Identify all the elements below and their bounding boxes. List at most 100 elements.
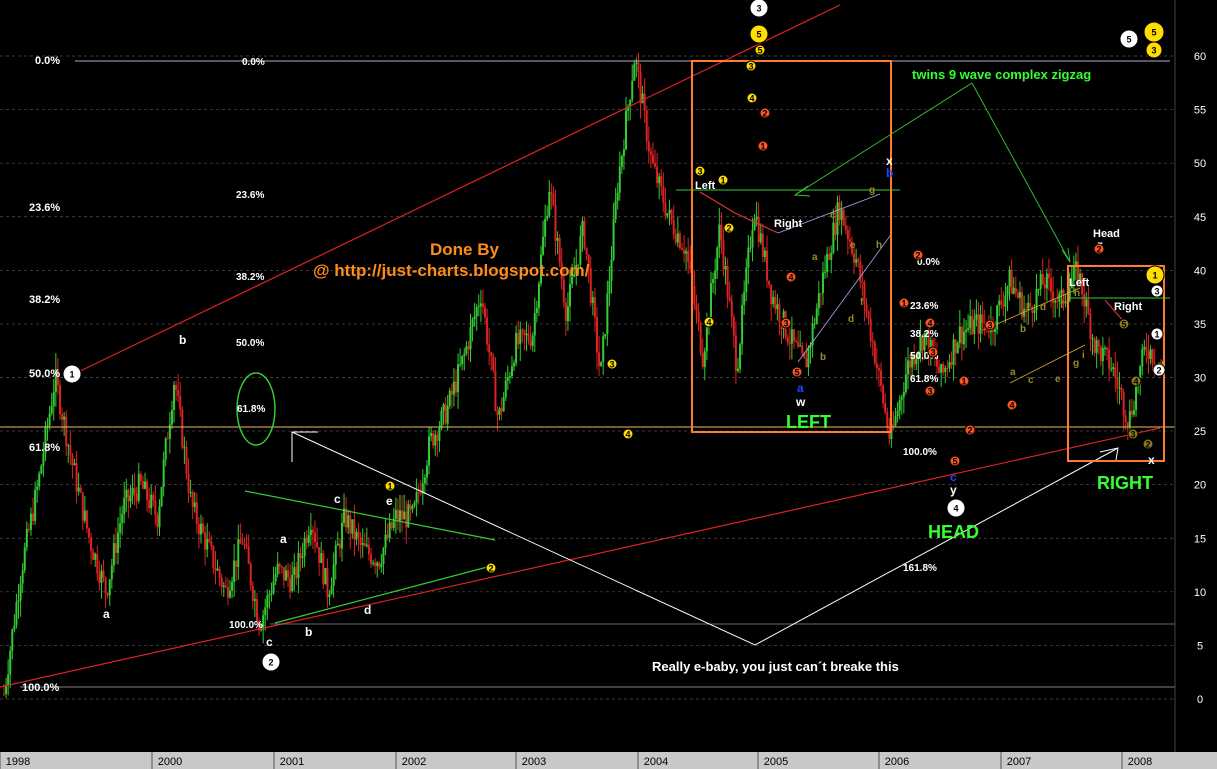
candle-body	[687, 250, 690, 262]
candle-body	[792, 329, 795, 341]
candle-body	[255, 599, 258, 621]
candle-body	[239, 539, 242, 544]
candle-body	[1031, 306, 1034, 313]
candle-body	[266, 595, 269, 608]
candle-body	[1047, 273, 1050, 279]
fib-inner-100: 100.0%	[229, 620, 263, 631]
candle-body	[1103, 347, 1106, 349]
candle-body	[795, 340, 798, 342]
candle-body	[813, 323, 816, 325]
candle-body	[492, 356, 495, 371]
candle-body	[666, 213, 669, 216]
candle-body	[154, 500, 157, 516]
candle-body	[243, 543, 246, 545]
candle-body	[34, 489, 37, 521]
candle-body	[135, 493, 138, 501]
y-tick-label: 40	[1194, 265, 1206, 277]
candle-body	[218, 568, 221, 578]
candle-body	[542, 236, 545, 255]
candle-body	[776, 304, 779, 310]
candle-body	[158, 506, 161, 528]
candle-body	[355, 531, 358, 540]
candle-body	[880, 370, 883, 386]
candle-body	[962, 331, 965, 345]
candle-body	[896, 411, 899, 417]
yellow-wave-3-text: 4	[625, 430, 630, 440]
candle-body	[668, 209, 671, 214]
candle-body	[1116, 377, 1119, 389]
candle-body	[384, 534, 387, 549]
candle-body	[276, 563, 279, 574]
candle-body	[287, 570, 290, 578]
candle-body	[297, 553, 300, 579]
candle-body	[21, 570, 24, 584]
candle-body	[558, 237, 561, 263]
right-shoulder-label: RIGHT	[1097, 473, 1153, 493]
candle-body	[649, 151, 652, 155]
olive-r-c: c	[1028, 375, 1034, 386]
candle-body	[450, 390, 453, 395]
candle-body	[944, 368, 947, 373]
yellow-circle-3-right-text: 3	[1151, 46, 1156, 56]
candle-body	[739, 344, 742, 369]
candle-body	[753, 219, 756, 230]
yellow-wave-8-text: 5	[757, 46, 762, 56]
candle-body	[786, 336, 789, 343]
candle-body	[531, 335, 534, 346]
candle-body	[48, 413, 51, 426]
candle-body	[853, 253, 856, 263]
orange-wave-0-text: 2	[762, 109, 767, 119]
white-circle-3-right: 3	[1150, 284, 1164, 298]
candle-body	[593, 297, 596, 318]
orange-wave-11: 2	[964, 424, 976, 436]
candle-body	[680, 247, 683, 250]
candle-body	[162, 459, 165, 488]
x-axis-panel	[0, 752, 1217, 769]
candle-body	[772, 296, 775, 305]
candle-body	[643, 93, 646, 110]
candle-body	[212, 546, 215, 568]
candle-body	[1112, 367, 1115, 369]
candle-body	[548, 191, 551, 217]
olive-d: d	[848, 314, 854, 325]
x-tick-label: 2006	[885, 756, 909, 768]
candle-body	[479, 303, 482, 307]
candle-body	[104, 577, 107, 594]
candle-body	[127, 489, 130, 502]
orange-wave-6: 1	[898, 297, 910, 309]
orange-wave-9: 3	[924, 385, 936, 397]
candle-body	[340, 523, 343, 549]
wave-circle-5-top-text: 5	[1126, 35, 1131, 45]
candle-body	[722, 240, 725, 270]
candle-body	[869, 318, 872, 342]
candle-body	[875, 363, 878, 368]
orange-wave-1: 1	[757, 140, 769, 152]
candle-body	[5, 685, 8, 694]
candle-body	[1006, 286, 1009, 296]
candle-body	[143, 481, 146, 489]
candle-body	[639, 72, 642, 104]
candle-body	[1145, 346, 1148, 352]
candle-body	[332, 564, 335, 586]
candle-body	[583, 220, 586, 248]
candle-body	[79, 487, 82, 493]
candle-body	[1041, 273, 1044, 285]
orange-wave-7: 4	[924, 317, 936, 329]
candle-body	[1128, 410, 1131, 427]
yellow-wave-9-text: 3	[748, 62, 753, 72]
candle-body	[898, 399, 901, 412]
candle-body	[195, 502, 198, 524]
candle-body	[403, 511, 406, 520]
candle-body	[1149, 349, 1152, 359]
candle-body	[222, 585, 225, 588]
candle-body	[7, 674, 10, 686]
wave-circle-3-text: 3	[756, 4, 761, 14]
candle-body	[264, 607, 267, 616]
yellow-wave-6-text: 2	[726, 224, 731, 234]
candle-body	[620, 155, 623, 167]
candle-body	[612, 219, 615, 260]
twins-note: twins 9 wave complex zigzag	[912, 67, 1091, 82]
candle-body	[614, 200, 617, 220]
wave-circle-4: 4	[946, 498, 966, 518]
candle-body	[249, 563, 252, 586]
